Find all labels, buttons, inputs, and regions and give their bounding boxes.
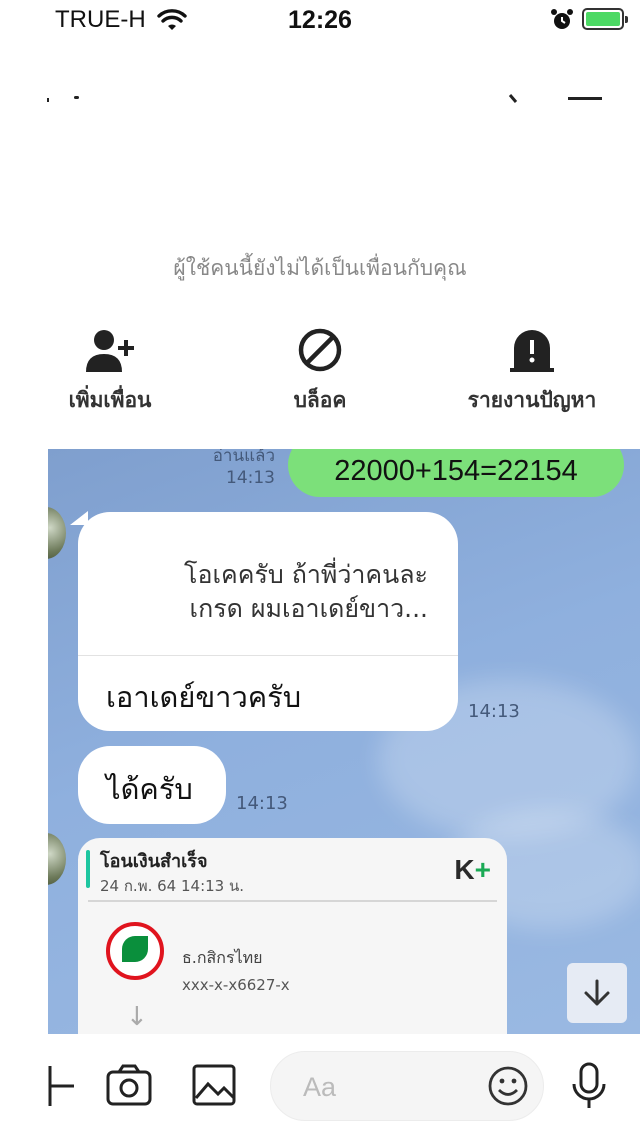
divider	[88, 900, 497, 902]
message-input[interactable]	[270, 1051, 544, 1121]
report-label: รายงานปัญหา	[467, 388, 597, 412]
microphone-icon[interactable]	[570, 1062, 608, 1114]
kplus-k: K	[454, 854, 475, 885]
quoted-line: โอเคครับ ถ้าพี่ว่าคนละ	[184, 560, 428, 589]
bank-logo-icon	[106, 922, 164, 980]
kplus-logo: K+	[454, 854, 491, 886]
status-bar: TRUE-H 12:26	[0, 0, 640, 44]
emoji-icon[interactable]	[487, 1065, 529, 1111]
block-label: บล็อค	[293, 388, 347, 412]
scroll-to-bottom-button[interactable]	[567, 963, 627, 1023]
header-fragment	[47, 98, 49, 102]
arrow-down-icon	[584, 979, 610, 1006]
receipt-title: โอนเงินสำเร็จ	[100, 851, 208, 872]
sent-message-bubble[interactable]: 22000+154=22154	[288, 449, 624, 497]
divider	[78, 655, 458, 656]
message-meta: อ่านแล้ว 14:13	[208, 449, 275, 489]
camera-icon[interactable]	[106, 1064, 152, 1110]
arrow-down-icon: ↓	[126, 1002, 148, 1032]
reply-message-bubble[interactable]: โอเคครับ ถ้าพี่ว่าคนละ เกรด ผมเอาเดย์ขาว…	[78, 512, 458, 731]
add-friend-button[interactable]: เพิ่มเพื่อน	[10, 326, 210, 417]
accent-bar	[86, 850, 90, 888]
received-message-bubble[interactable]: ได้ครับ	[78, 746, 226, 824]
image-icon[interactable]	[192, 1064, 236, 1110]
alarm-icon	[550, 8, 574, 36]
report-button[interactable]: รายงานปัญหา	[432, 326, 632, 417]
message-text: ได้ครับ	[106, 772, 193, 806]
avatar[interactable]	[48, 507, 66, 559]
header-fragment	[74, 96, 79, 99]
account-number: xxx-x-x6627-x	[182, 976, 290, 994]
plus-icon[interactable]	[44, 1064, 76, 1112]
message-text-input[interactable]	[301, 1066, 475, 1108]
avatar[interactable]	[48, 833, 66, 885]
battery-icon	[582, 8, 628, 30]
message-text: เอาเดย์ขาวครับ	[106, 680, 302, 714]
read-label: อ่านแล้ว	[212, 449, 275, 466]
transfer-receipt-card[interactable]: โอนเงินสำเร็จ 24 ก.พ. 64 14:13 น. K+ ธ.ก…	[78, 838, 507, 1034]
message-time: 14:13	[226, 468, 275, 488]
quoted-line: เกรด ผมเอาเดย์ขาว...	[189, 594, 428, 623]
block-icon	[298, 328, 342, 372]
chat-area[interactable]: อ่านแล้ว 14:13 22000+154=22154 โอเคครับ …	[48, 449, 640, 1034]
quoted-message[interactable]: โอเคครับ ถ้าพี่ว่าคนละ เกรด ผมเอาเดย์ขาว…	[108, 558, 428, 626]
clock: 12:26	[288, 6, 352, 34]
receipt-datetime: 24 ก.พ. 64 14:13 น.	[100, 877, 245, 895]
report-icon	[510, 330, 554, 372]
message-time: 14:13	[468, 701, 520, 722]
kplus-plus: +	[474, 854, 491, 885]
not-friend-notice: ผู้ใช้คนนี้ยังไม่ได้เป็นเพื่อนกับคุณ	[173, 256, 467, 280]
menu-icon[interactable]	[568, 97, 602, 100]
block-button[interactable]: บล็อค	[220, 326, 420, 417]
message-time: 14:13	[236, 793, 288, 814]
bank-name: ธ.กสิกรไทย	[182, 948, 263, 967]
chevron-down-icon[interactable]	[508, 90, 524, 109]
add-friend-icon	[86, 330, 134, 372]
message-input-bar	[0, 1034, 640, 1136]
add-friend-label: เพิ่มเพื่อน	[68, 388, 152, 412]
